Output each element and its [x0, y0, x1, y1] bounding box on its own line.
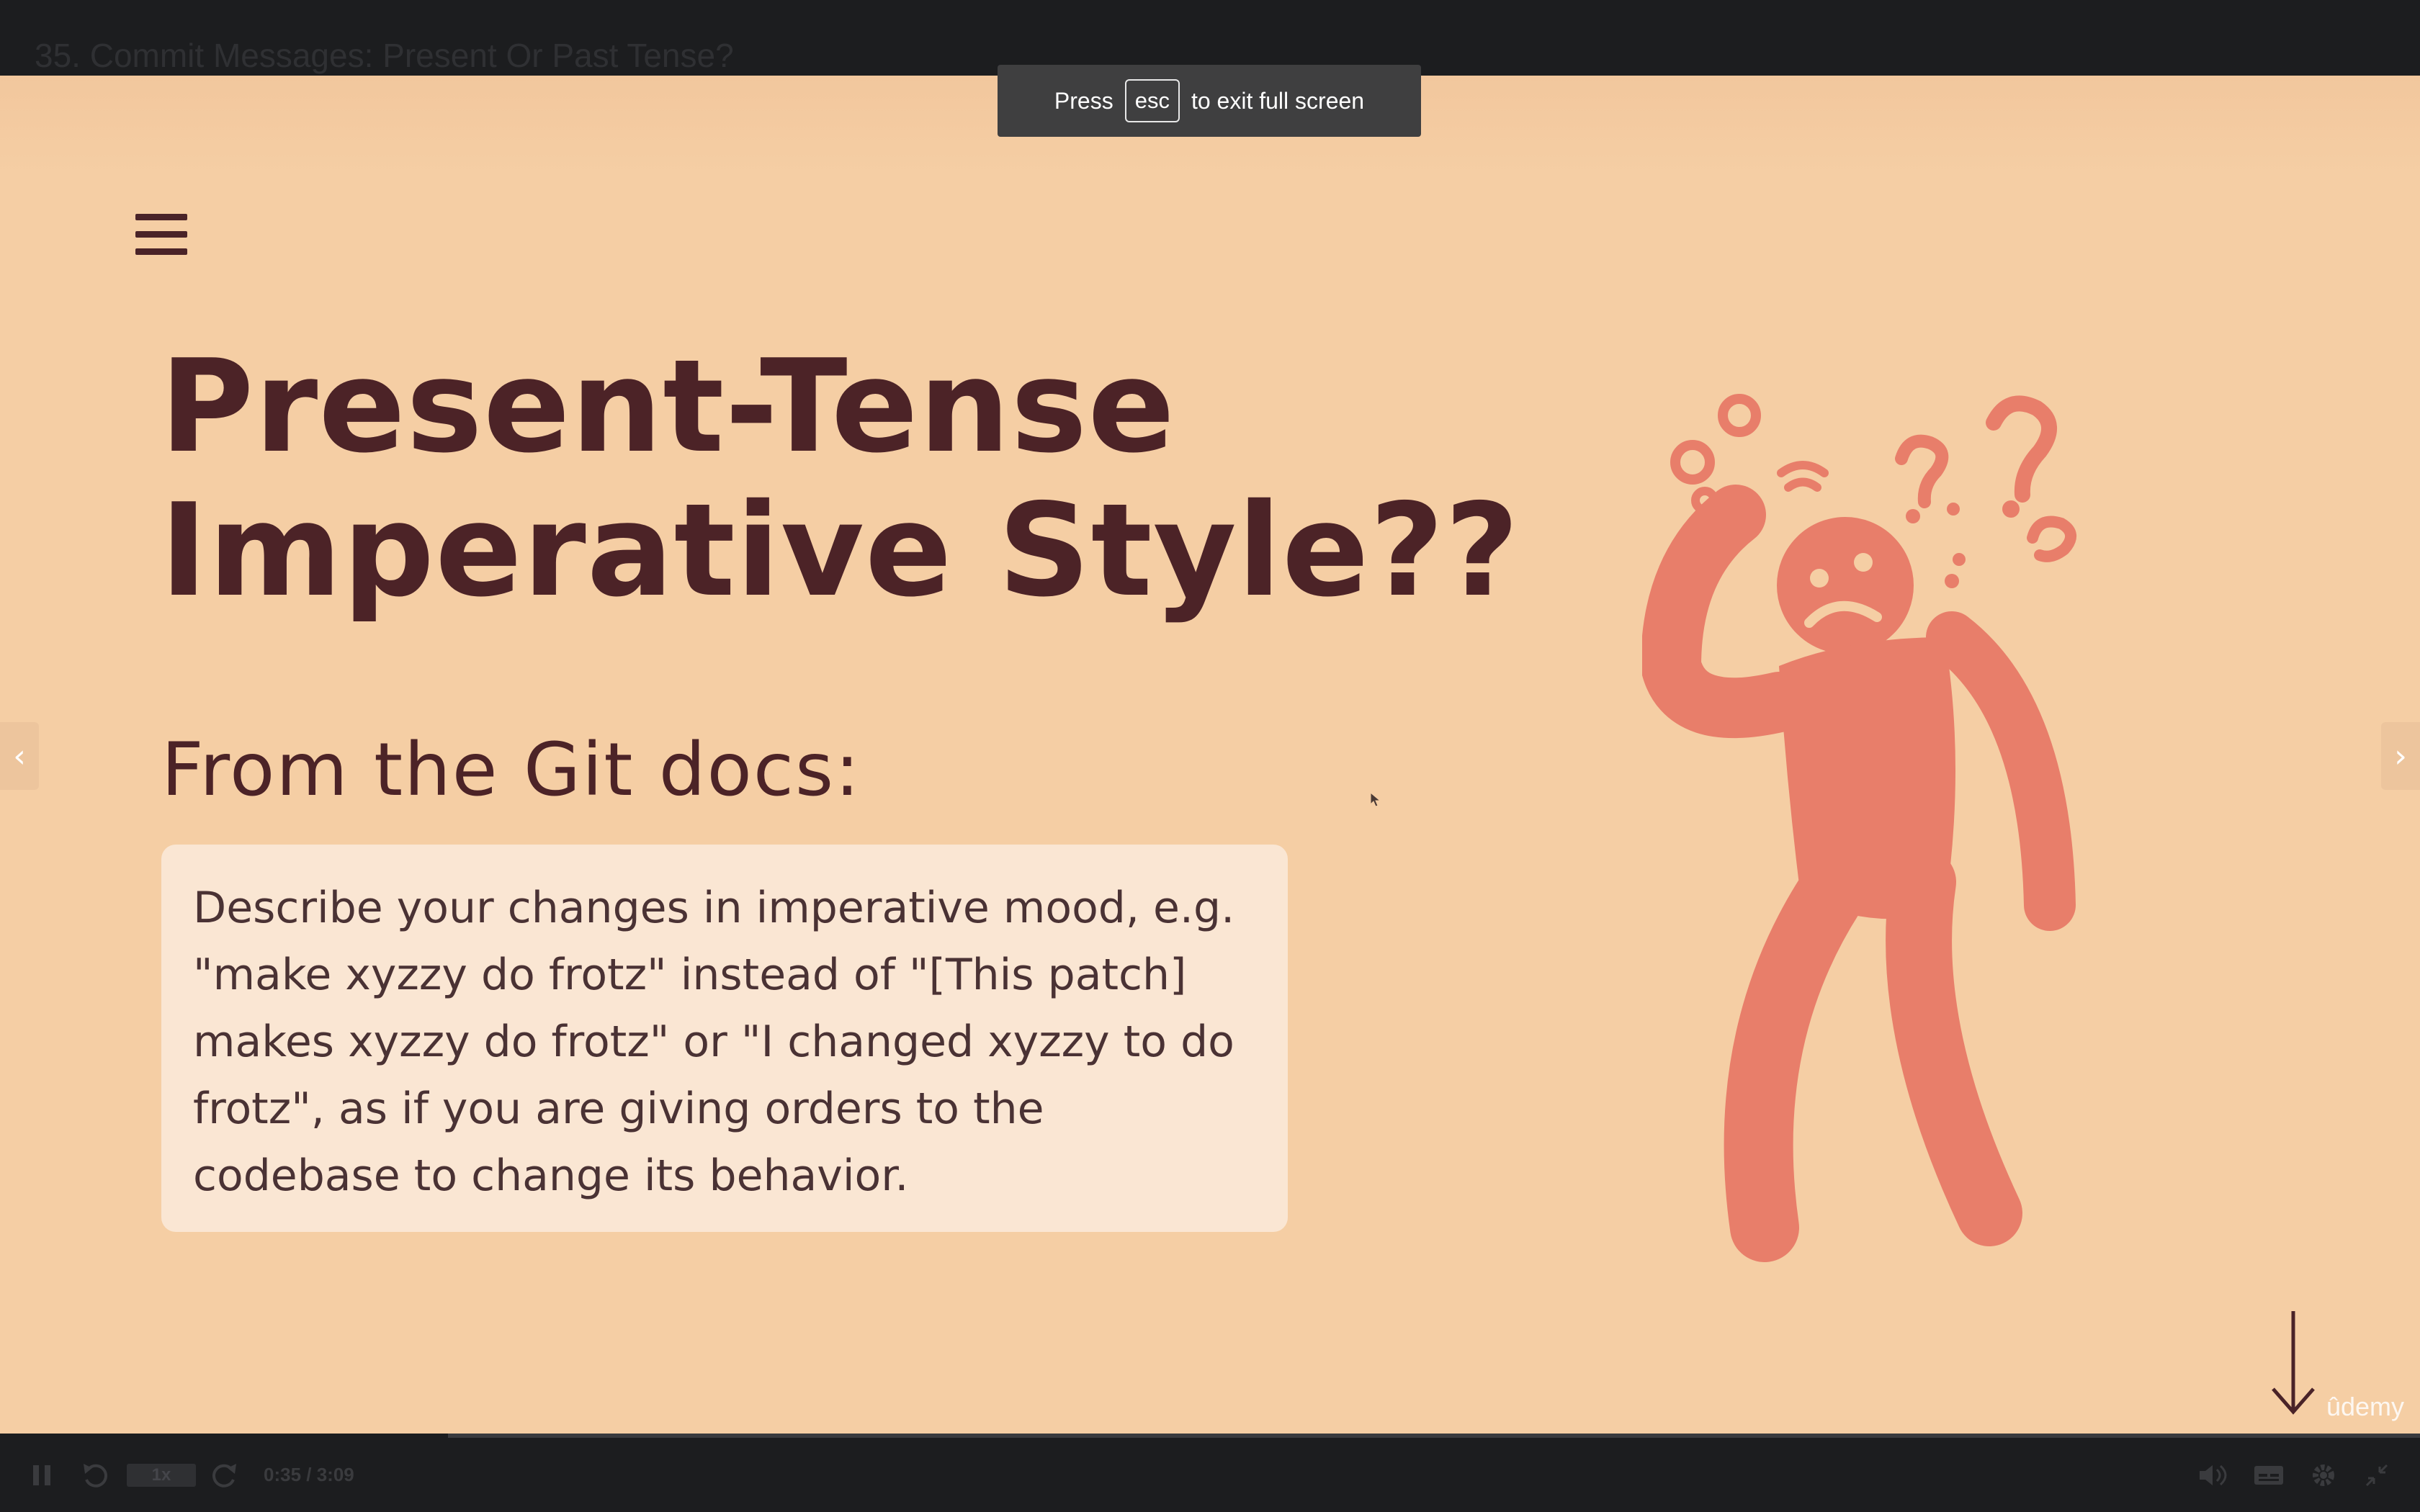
captions-icon[interactable]	[2253, 1462, 2285, 1488]
toast-suffix: to exit full screen	[1191, 87, 1365, 114]
lecture-title: 35. Commit Messages: Present Or Past Ten…	[35, 37, 734, 74]
next-lecture-button[interactable]: ›	[2381, 722, 2420, 790]
esc-key-badge: esc	[1124, 79, 1180, 122]
toast-prefix: Press	[1054, 87, 1113, 114]
pause-icon[interactable]	[32, 1462, 52, 1488]
rewind-icon[interactable]	[81, 1462, 109, 1488]
exit-fullscreen-icon[interactable]	[2364, 1462, 2390, 1488]
slide-title-line-1: Present-Tense	[160, 332, 1176, 481]
hamburger-menu-icon	[135, 211, 187, 258]
udemy-watermark: ûdemy	[2326, 1392, 2404, 1421]
git-docs-quote-box: Describe your changes in imperative mood…	[161, 845, 1288, 1232]
previous-lecture-button[interactable]: ‹	[0, 722, 39, 790]
slide-title-line-2: Imperative Style??	[160, 476, 1520, 625]
player-control-bar: 1x 0:35 / 3:09	[0, 1438, 2420, 1512]
settings-icon[interactable]	[2309, 1462, 2338, 1488]
fullscreen-toast: Press esc to exit full screen	[998, 65, 1421, 137]
down-arrow-icon	[2272, 1311, 2315, 1415]
slide-subtitle: From the Git docs:	[161, 727, 861, 813]
mouse-cursor-icon	[1370, 792, 1381, 807]
slide-title: Present-Tense Imperative Style??	[160, 332, 1520, 625]
confused-person-icon	[1642, 394, 2076, 1262]
time-display: 0:35 / 3:09	[264, 1464, 354, 1485]
playback-speed-button[interactable]: 1x	[127, 1464, 196, 1487]
volume-icon[interactable]	[2197, 1462, 2228, 1488]
git-docs-quote: Describe your changes in imperative mood…	[193, 883, 1235, 1201]
video-slide[interactable]: Present-Tense Imperative Style?? From th…	[0, 76, 2420, 1436]
forward-icon[interactable]	[210, 1462, 239, 1488]
